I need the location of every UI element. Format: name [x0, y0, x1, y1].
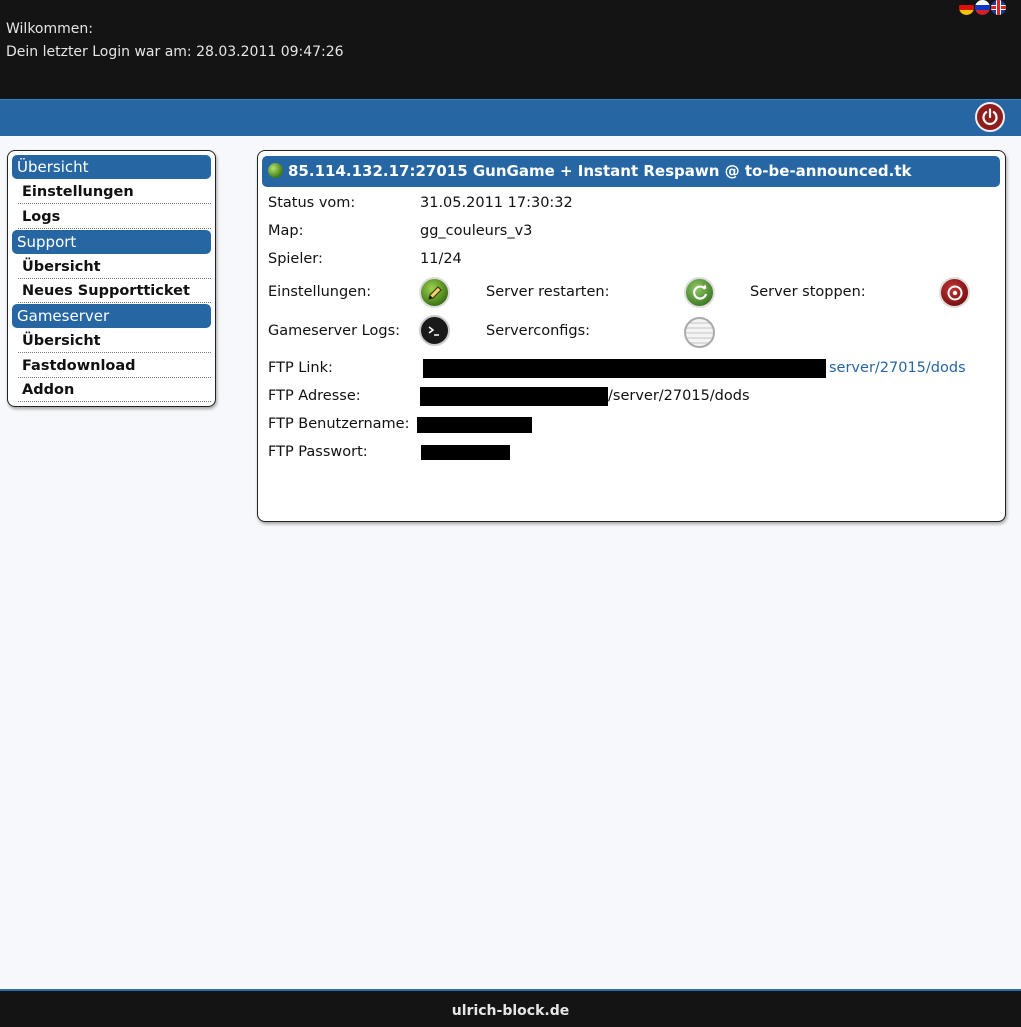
sidebar-item-new-ticket[interactable]: Neues Supportticket: [18, 279, 211, 303]
configs-label: Serverconfigs:: [486, 323, 591, 339]
top-header: Wilkommen: Dein letzter Login war am: 28…: [0, 0, 1021, 99]
status-label: Status vom:: [268, 195, 356, 211]
server-panel: 85.114.132.17:27015 GunGame + Instant Re…: [257, 150, 1006, 522]
last-login-text: Dein letzter Login war am: 28.03.2011 09…: [6, 44, 344, 60]
sidebar: Übersicht Einstellungen Logs Support Übe…: [7, 150, 216, 407]
online-status-icon: [268, 163, 283, 178]
sidebar-item-gameserver-overview[interactable]: Übersicht: [18, 329, 211, 353]
pencil-icon: [427, 285, 442, 300]
sidebar-item-settings[interactable]: Einstellungen: [18, 180, 211, 204]
ftp-password-label: FTP Passwort:: [268, 444, 368, 460]
sidebar-item-logs[interactable]: Logs: [18, 205, 211, 229]
ftp-address-label: FTP Adresse:: [268, 388, 361, 404]
ftp-link[interactable]: server/27015/dods: [829, 360, 966, 376]
refresh-icon: [692, 284, 707, 300]
ftp-link-label: FTP Link:: [268, 360, 333, 376]
players-value: 11/24: [420, 251, 462, 267]
de-flag-icon[interactable]: [959, 0, 974, 15]
stop-label: Server stoppen:: [750, 284, 866, 300]
server-title: 85.114.132.17:27015 GunGame + Instant Re…: [288, 162, 912, 180]
map-label: Map:: [268, 223, 304, 239]
terminal-icon: [428, 325, 439, 336]
redacted-ftp-link: [423, 359, 826, 378]
redacted-ftp-password: [421, 445, 510, 460]
ru-flag-icon[interactable]: [975, 0, 990, 15]
welcome-text: Wilkommen:: [6, 21, 93, 37]
redacted-ftp-address: [420, 387, 608, 406]
stop-icon: [947, 285, 962, 300]
footer-text[interactable]: ulrich-block.de: [452, 1003, 569, 1019]
sidebar-item-support-overview[interactable]: Übersicht: [18, 255, 211, 279]
uk-flag-icon[interactable]: [991, 0, 1006, 15]
status-value: 31.05.2011 17:30:32: [420, 195, 573, 211]
sidebar-item-addon[interactable]: Addon: [18, 378, 211, 402]
logs-button[interactable]: [419, 315, 450, 346]
page: Wilkommen: Dein letzter Login war am: 28…: [0, 0, 1021, 1027]
logs-label: Gameserver Logs:: [268, 323, 401, 339]
configs-button[interactable]: [684, 317, 715, 348]
settings-button[interactable]: [419, 277, 450, 308]
restart-button[interactable]: [684, 277, 715, 308]
players-label: Spieler:: [268, 251, 323, 267]
stop-button[interactable]: [939, 277, 970, 308]
sidebar-header-gameserver[interactable]: Gameserver: [12, 304, 211, 328]
sidebar-item-fastdownload[interactable]: Fastdownload: [18, 354, 211, 378]
sidebar-header-overview[interactable]: Übersicht: [12, 155, 211, 179]
restart-label: Server restarten:: [486, 284, 610, 300]
sidebar-header-support[interactable]: Support: [12, 230, 211, 254]
logout-button[interactable]: [975, 102, 1005, 132]
ftp-address-path: /server/27015/dods: [608, 388, 750, 404]
server-header: 85.114.132.17:27015 GunGame + Instant Re…: [262, 156, 1000, 187]
map-value: gg_couleurs_v3: [420, 223, 533, 239]
nav-strip: [0, 99, 1021, 136]
language-switcher: [959, 0, 1006, 15]
power-icon: [982, 108, 998, 126]
ftp-user-label: FTP Benutzername:: [268, 416, 410, 432]
redacted-ftp-user: [417, 417, 532, 433]
settings-label: Einstellungen:: [268, 284, 372, 300]
footer: ulrich-block.de: [0, 989, 1021, 1027]
